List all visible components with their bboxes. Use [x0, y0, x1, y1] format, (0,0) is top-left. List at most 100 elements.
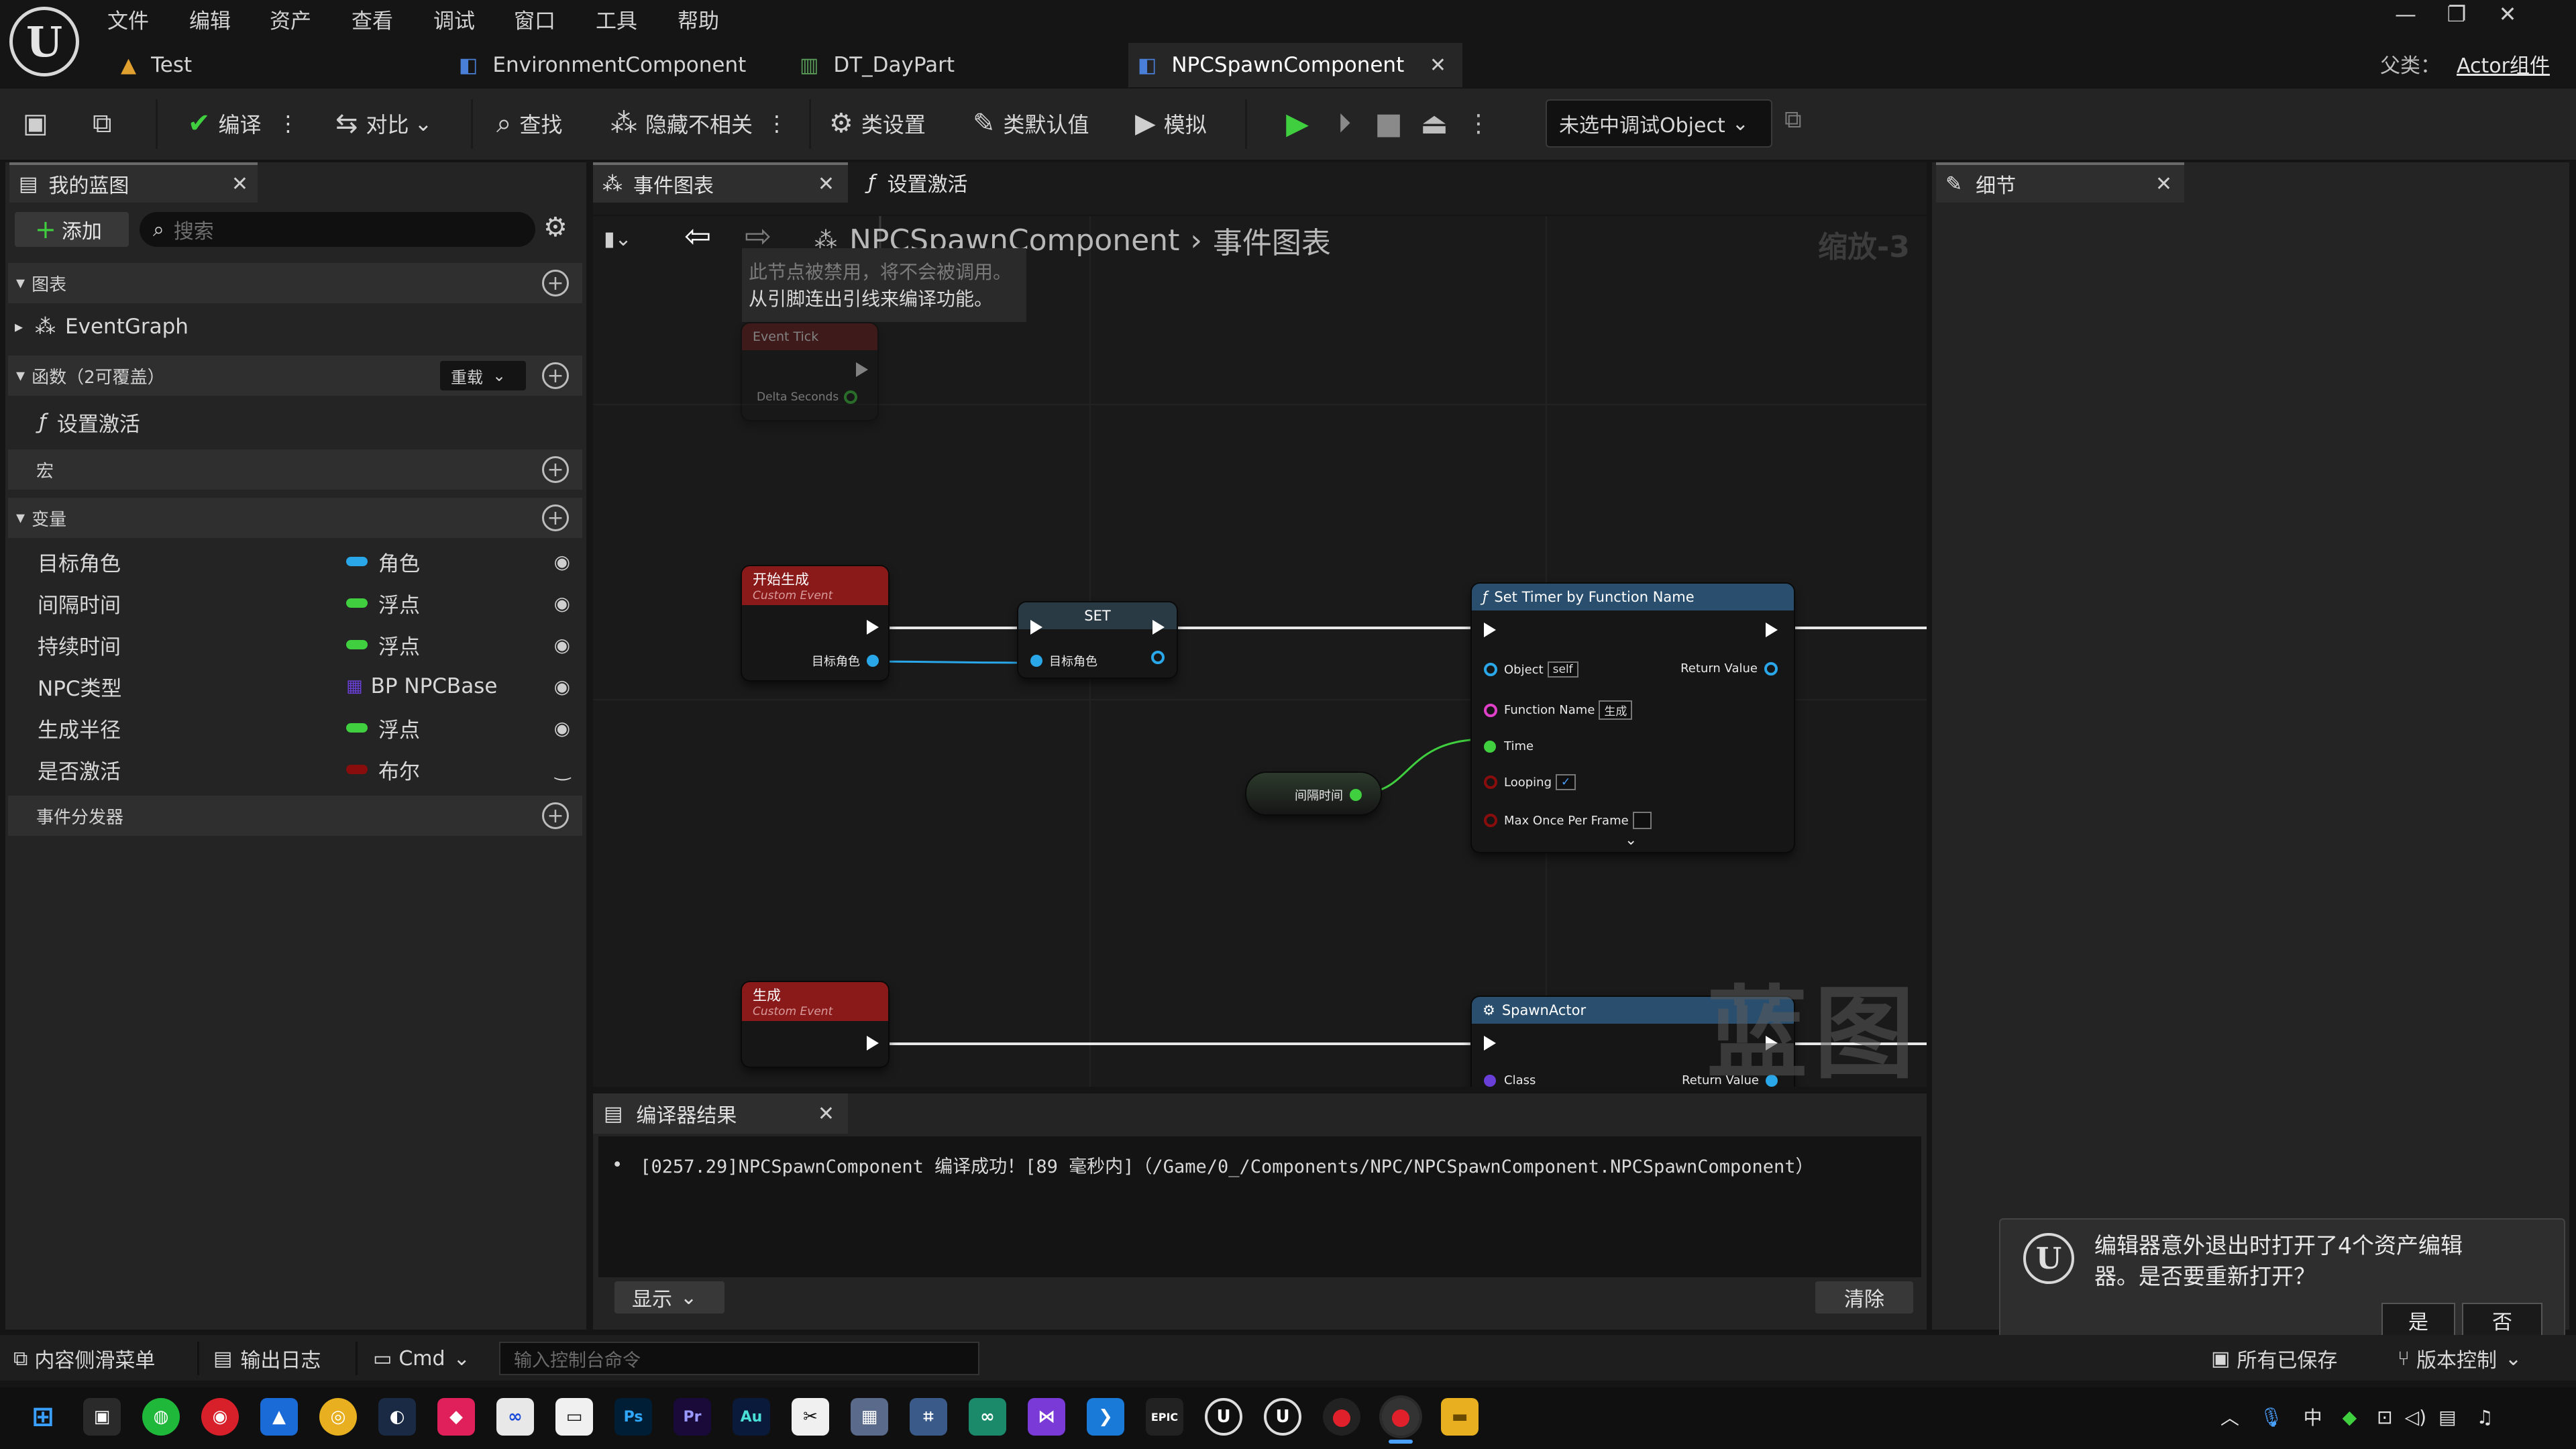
windows-start-icon[interactable]: ⊞	[24, 1398, 62, 1436]
cmd-dropdown[interactable]: ▭ Cmd ⌄	[373, 1342, 470, 1375]
event-tick-node[interactable]: Event Tick Delta Seconds	[742, 323, 877, 420]
more-icon[interactable]: ⋮	[278, 111, 299, 136]
doc-tab-npcspawn-component[interactable]: ◧ NPCSpawnComponent ✕	[1128, 43, 1462, 87]
eye-icon[interactable]: ◉	[554, 592, 570, 614]
override-dropdown[interactable]: 重载 ⌄	[440, 361, 526, 390]
expand-chevron-icon[interactable]: ⌄	[1625, 832, 1637, 849]
back-arrow-icon[interactable]: ⇦	[684, 217, 711, 255]
record-active-icon[interactable]: ●	[1382, 1398, 1419, 1436]
doc-tab-test[interactable]: ▲ Test	[111, 43, 433, 87]
class-pin[interactable]: Class	[1484, 1073, 1536, 1087]
graph-canvas[interactable]: ▮⌄ ⇦ ⇨ ⁂ NPCSpawnComponent › 事件图表 缩放-3 此…	[593, 216, 1927, 1087]
close-window-icon[interactable]: ✕	[2482, 1, 2533, 27]
exec-out-pin[interactable]	[1766, 623, 1778, 637]
menu-edit[interactable]: 编辑	[189, 4, 231, 34]
wechat-icon[interactable]: ◍	[142, 1398, 180, 1436]
stop-icon[interactable]: ■	[1368, 102, 1409, 145]
terminal-app-icon[interactable]: ▣	[83, 1398, 121, 1436]
close-icon[interactable]: ✕	[2155, 172, 2172, 196]
chrome-icon[interactable]: ◎	[319, 1398, 357, 1436]
set-target-pin[interactable]: 目标角色	[1030, 652, 1097, 669]
diff-button[interactable]: ⇆ 对比 ⌄	[335, 93, 432, 154]
eye-icon[interactable]: ◉	[554, 676, 570, 698]
set-output-pin[interactable]	[1151, 651, 1165, 664]
menu-assets[interactable]: 资产	[270, 4, 311, 34]
section-macros[interactable]: 宏 +	[8, 449, 582, 490]
unreal-logo-icon[interactable]: U	[9, 7, 79, 76]
add-graph-icon[interactable]: +	[542, 270, 569, 297]
event-graph-item[interactable]: ▸ ⁂ EventGraph	[8, 306, 582, 347]
doc-tab-environment-component[interactable]: ◧ EnvironmentComponent	[449, 43, 785, 87]
variable-row[interactable]: 持续时间 浮点 ◉	[8, 624, 582, 665]
menu-help[interactable]: 帮助	[678, 4, 719, 34]
audition-icon[interactable]: Au	[733, 1398, 770, 1436]
exec-in-pin[interactable]	[1484, 1036, 1496, 1051]
browse-button[interactable]: ⧉	[93, 93, 120, 154]
simulate-button[interactable]: ▶ 模拟	[1135, 93, 1207, 154]
clear-button[interactable]: 清除	[1815, 1281, 1913, 1313]
app-icon[interactable]: ⌗	[910, 1398, 947, 1436]
looping-pin[interactable]: Looping ✓	[1484, 774, 1576, 790]
app-icon[interactable]: ◆	[437, 1398, 475, 1436]
app-icon[interactable]: ∞	[969, 1398, 1006, 1436]
eye-icon[interactable]: ◉	[554, 551, 570, 573]
bookmark-icon[interactable]: ▮⌄	[604, 219, 632, 259]
capcut-icon[interactable]: ✂	[792, 1398, 829, 1436]
no-button[interactable]: 否	[2462, 1303, 2542, 1338]
add-dispatcher-icon[interactable]: +	[542, 802, 569, 829]
target-actor-pin[interactable]: 目标角色	[812, 652, 879, 669]
notification-center-icon[interactable]: ▤	[2438, 1406, 2456, 1428]
function-name-value[interactable]: 生成	[1599, 700, 1633, 720]
exec-out-pin[interactable]	[1152, 620, 1165, 635]
console-input[interactable]: 输入控制台命令	[499, 1342, 979, 1375]
start-spawn-event-node[interactable]: 开始生成 Custom Event 目标角色	[742, 566, 888, 680]
more-icon[interactable]: ⋮	[766, 111, 788, 136]
minimize-icon[interactable]: —	[2380, 1, 2431, 27]
section-dispatchers[interactable]: 事件分发器 +	[8, 796, 582, 836]
save-button[interactable]: ▣	[23, 93, 56, 154]
network-icon[interactable]: ⊡	[2377, 1406, 2392, 1428]
variable-row[interactable]: 间隔时间 浮点 ◉	[8, 582, 582, 624]
max-once-pin[interactable]: Max Once Per Frame	[1484, 812, 1652, 829]
exec-in-pin[interactable]	[1030, 620, 1042, 635]
all-saved-button[interactable]: ▣ 所有已保存	[2211, 1342, 2337, 1375]
debug-object-select[interactable]: 未选中调试Object ⌄	[1546, 99, 1772, 148]
function-name-pin[interactable]: Function Name 生成	[1484, 700, 1633, 720]
oculus-icon[interactable]: ▭	[555, 1398, 593, 1436]
settings-gear-icon[interactable]: ⚙	[543, 212, 568, 243]
feishu-icon[interactable]: ▲	[260, 1398, 298, 1436]
close-icon[interactable]: ✕	[818, 1102, 835, 1126]
output-log-button[interactable]: ▤ 输出日志	[213, 1342, 321, 1375]
hide-unrelated-button[interactable]: ⁂ 隐藏不相关 ⋮	[610, 93, 788, 154]
close-icon[interactable]: ✕	[231, 172, 248, 196]
object-pin[interactable]: Object self	[1484, 661, 1578, 678]
step-icon[interactable]: ⏵	[1324, 102, 1364, 145]
variable-row[interactable]: 目标角色 角色 ◉	[8, 541, 582, 582]
interval-variable-node[interactable]: 间隔时间	[1246, 773, 1381, 814]
tab-set-active[interactable]: ƒ 设置激活	[861, 162, 1103, 203]
set-node[interactable]: SET 目标角色	[1018, 602, 1177, 678]
netease-music-icon[interactable]: ◉	[201, 1398, 239, 1436]
menu-view[interactable]: 查看	[352, 4, 393, 34]
delta-seconds-pin[interactable]: Delta Seconds	[757, 390, 858, 404]
tab-my-blueprint[interactable]: ▤ 我的蓝图 ✕	[9, 162, 258, 203]
close-icon[interactable]: ✕	[1430, 54, 1446, 77]
more-icon[interactable]: ⋮	[1458, 102, 1499, 145]
eye-icon[interactable]: ◉	[554, 717, 570, 739]
exec-out-pin[interactable]	[867, 620, 879, 635]
content-drawer-button[interactable]: ⧉ 内容侧滑菜单	[13, 1342, 155, 1375]
tab-event-graph[interactable]: ⁂ 事件图表 ✕	[593, 162, 848, 203]
section-functions[interactable]: ▾ 函数（2可覆盖） 重载 ⌄ +	[8, 356, 582, 396]
add-variable-icon[interactable]: +	[542, 504, 569, 531]
eject-icon[interactable]: ⏏	[1414, 102, 1454, 145]
variable-row[interactable]: NPC类型 ▦ BP NPCBase ◉	[8, 665, 582, 707]
return-value-pin[interactable]: Return Value	[1680, 661, 1778, 676]
add-macro-icon[interactable]: +	[542, 456, 569, 483]
add-function-icon[interactable]: +	[542, 362, 569, 389]
show-dropdown[interactable]: 显示 ⌄	[614, 1281, 724, 1313]
spawn-event-node[interactable]: 生成 Custom Event	[742, 982, 888, 1067]
class-settings-button[interactable]: ⚙ 类设置	[829, 93, 926, 154]
visual-studio-icon[interactable]: ⋈	[1028, 1398, 1065, 1436]
epic-games-icon[interactable]: EPIC	[1146, 1398, 1183, 1436]
file-explorer-icon[interactable]: ▬	[1441, 1398, 1479, 1436]
